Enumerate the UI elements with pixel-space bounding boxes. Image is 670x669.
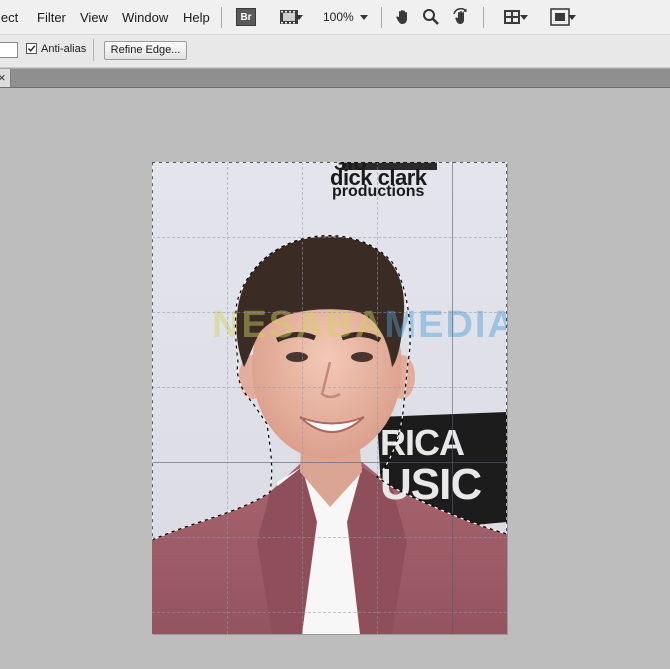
grid-line (302, 162, 303, 634)
grid-line (152, 462, 507, 463)
refine-edge-button[interactable]: Refine Edge... (104, 41, 187, 60)
menu-bar: lect Filter View Window Help Br 100% (0, 0, 670, 35)
screen-mode-icon (550, 8, 570, 26)
layout-grid-icon (504, 10, 520, 24)
close-icon[interactable]: × (0, 69, 6, 86)
bridge-icon: Br (236, 8, 256, 26)
zoom-level-dropdown[interactable]: 100% (320, 7, 370, 27)
bridge-button[interactable]: Br (236, 7, 256, 27)
arrange-documents-button[interactable] (495, 7, 529, 27)
watermark-left: NESABA (212, 304, 385, 346)
grid-line (152, 387, 507, 388)
screen-mode-button[interactable] (542, 7, 578, 27)
grid-line (377, 162, 378, 634)
chevron-down-icon (360, 15, 368, 20)
rotate-view-button[interactable] (450, 7, 472, 27)
zoom-level-value: 100% (323, 10, 354, 24)
backdrop-text-music: USIC (380, 460, 482, 509)
chevron-down-icon (568, 15, 576, 20)
grid-line (152, 537, 507, 538)
grid-line (152, 237, 507, 238)
chevron-down-icon (520, 15, 528, 20)
extras-button[interactable] (271, 7, 307, 27)
toolbar-separator (381, 7, 382, 28)
watermark-right: MEDIA (384, 304, 507, 346)
checkmark-icon (27, 45, 36, 52)
backdrop-text-productions: productions (332, 183, 425, 200)
zoom-tool-button[interactable] (421, 7, 441, 27)
photo-image (152, 162, 507, 634)
options-separator (93, 39, 94, 61)
toolbar-separator (483, 7, 484, 28)
menu-view[interactable]: View (80, 10, 108, 25)
antialias-label: Anti-alias (41, 43, 87, 55)
grid-line (452, 162, 453, 634)
grid-line (227, 162, 228, 634)
menu-window[interactable]: Window (122, 10, 168, 25)
document-tab[interactable]: × (0, 69, 11, 87)
menu-separator (221, 7, 222, 28)
hand-tool-button[interactable] (393, 7, 413, 27)
menu-filter[interactable]: Filter (37, 10, 66, 25)
feather-field[interactable] (0, 42, 18, 58)
document-tab-bar: × (0, 68, 670, 88)
antialias-checkbox[interactable] (26, 43, 37, 54)
watermark: NESABAMEDIA (212, 304, 507, 347)
menu-help[interactable]: Help (183, 10, 210, 25)
hand-icon (396, 10, 407, 24)
document-canvas[interactable]: ЭIU dick clark productions RICA USIC NES… (152, 162, 507, 634)
chevron-down-icon (295, 15, 303, 20)
grid-line (152, 312, 507, 313)
magnifier-icon (423, 9, 439, 25)
rotate-hand-icon (453, 8, 467, 24)
options-bar: Anti-alias Refine Edge... (0, 35, 670, 68)
grid-line (152, 612, 507, 613)
menu-select[interactable]: lect (0, 10, 18, 25)
